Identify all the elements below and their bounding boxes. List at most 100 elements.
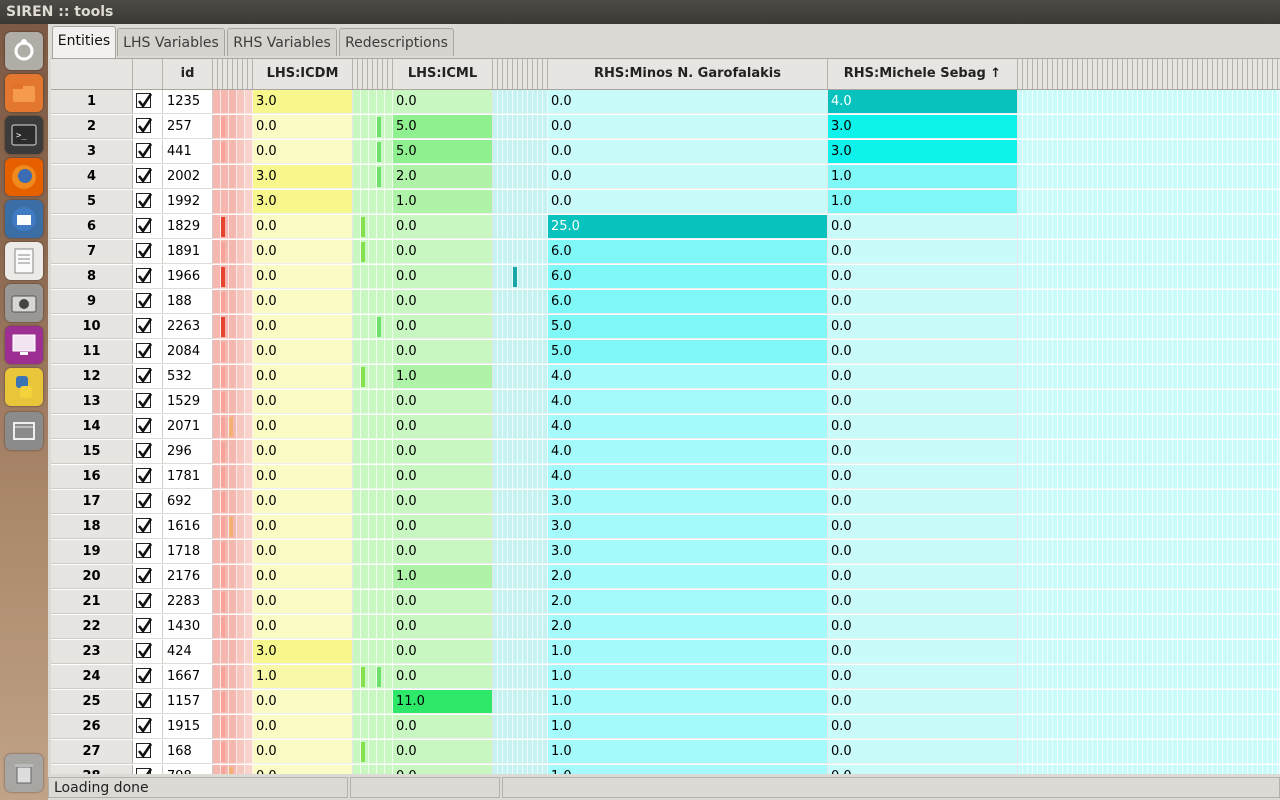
row-checkbox-cell[interactable] — [133, 615, 163, 639]
checkbox[interactable] — [136, 118, 153, 134]
row-checkbox-cell[interactable] — [133, 715, 163, 739]
table-row[interactable]: 8 1966 0.0 0.0 6.0 0.0 — [51, 265, 1280, 290]
table-row[interactable]: 10 2263 0.0 0.0 5.0 0.0 — [51, 315, 1280, 340]
checkbox[interactable] — [136, 668, 153, 684]
header-lhs-icml[interactable]: LHS:ICML — [393, 59, 493, 89]
row-checkbox-cell[interactable] — [133, 640, 163, 664]
row-checkbox-cell[interactable] — [133, 590, 163, 614]
checkbox[interactable] — [136, 443, 153, 459]
checkbox[interactable] — [136, 343, 153, 359]
row-checkbox-cell[interactable] — [133, 315, 163, 339]
table-row[interactable]: 2 257 0.0 5.0 0.0 3.0 — [51, 115, 1280, 140]
row-checkbox-cell[interactable] — [133, 390, 163, 414]
checkbox[interactable] — [136, 618, 153, 634]
checkbox[interactable] — [136, 318, 153, 334]
checkbox[interactable] — [136, 243, 153, 259]
checkbox[interactable] — [136, 368, 153, 384]
table-row[interactable]: 24 1667 1.0 0.0 1.0 0.0 — [51, 665, 1280, 690]
table-row[interactable]: 15 296 0.0 0.0 4.0 0.0 — [51, 440, 1280, 465]
table-row[interactable]: 9 188 0.0 0.0 6.0 0.0 — [51, 290, 1280, 315]
row-checkbox-cell[interactable] — [133, 540, 163, 564]
table-row[interactable]: 7 1891 0.0 0.0 6.0 0.0 — [51, 240, 1280, 265]
row-checkbox-cell[interactable] — [133, 140, 163, 164]
row-checkbox-cell[interactable] — [133, 765, 163, 774]
firefox-icon[interactable] — [5, 158, 43, 196]
table-row[interactable]: 1 1235 3.0 0.0 0.0 4.0 — [51, 90, 1280, 115]
table-row[interactable]: 23 424 3.0 0.0 1.0 0.0 — [51, 640, 1280, 665]
header-id[interactable]: id — [163, 59, 213, 89]
row-checkbox-cell[interactable] — [133, 115, 163, 139]
tab-redescriptions[interactable]: Redescriptions — [339, 28, 454, 56]
checkbox[interactable] — [136, 293, 153, 309]
row-checkbox-cell[interactable] — [133, 490, 163, 514]
table-row[interactable]: 17 692 0.0 0.0 3.0 0.0 — [51, 490, 1280, 515]
checkbox[interactable] — [136, 643, 153, 659]
table-row[interactable]: 26 1915 0.0 0.0 1.0 0.0 — [51, 715, 1280, 740]
checkbox[interactable] — [136, 193, 153, 209]
row-checkbox-cell[interactable] — [133, 665, 163, 689]
checkbox[interactable] — [136, 143, 153, 159]
checkbox[interactable] — [136, 493, 153, 509]
tab-rhs-variables[interactable]: RHS Variables — [227, 28, 337, 56]
table-row[interactable]: 27 168 0.0 0.0 1.0 0.0 — [51, 740, 1280, 765]
checkbox[interactable] — [136, 743, 153, 759]
window-icon[interactable] — [5, 412, 43, 450]
trash-icon[interactable] — [5, 754, 43, 792]
row-checkbox-cell[interactable] — [133, 365, 163, 389]
table-row[interactable]: 287980.00.01.00.0 — [51, 765, 1280, 774]
row-checkbox-cell[interactable] — [133, 740, 163, 764]
header-lhs-icdm[interactable]: LHS:ICDM — [253, 59, 353, 89]
checkbox[interactable] — [136, 93, 153, 109]
row-checkbox-cell[interactable] — [133, 165, 163, 189]
row-checkbox-cell[interactable] — [133, 215, 163, 239]
row-checkbox-cell[interactable] — [133, 515, 163, 539]
table-row[interactable]: 4 2002 3.0 2.0 0.0 1.0 — [51, 165, 1280, 190]
table-row[interactable]: 25 1157 0.0 11.0 1.0 0.0 — [51, 690, 1280, 715]
checkbox[interactable] — [136, 218, 153, 234]
text-editor-icon[interactable] — [5, 242, 43, 280]
tab-entities[interactable]: Entities — [52, 26, 116, 58]
row-checkbox-cell[interactable] — [133, 90, 163, 114]
checkbox[interactable] — [136, 718, 153, 734]
checkbox[interactable] — [136, 543, 153, 559]
table-row[interactable]: 19 1718 0.0 0.0 3.0 0.0 — [51, 540, 1280, 565]
table-row[interactable]: 16 1781 0.0 0.0 4.0 0.0 — [51, 465, 1280, 490]
table-row[interactable]: 14 2071 0.0 0.0 4.0 0.0 — [51, 415, 1280, 440]
checkbox[interactable] — [136, 768, 153, 774]
table-row[interactable]: 12 532 0.0 1.0 4.0 0.0 — [51, 365, 1280, 390]
table-row[interactable]: 3 441 0.0 5.0 0.0 3.0 — [51, 140, 1280, 165]
row-checkbox-cell[interactable] — [133, 290, 163, 314]
header-rhs-sebag[interactable]: RHS:Michele Sebag ↑ — [828, 59, 1018, 89]
row-checkbox-cell[interactable] — [133, 440, 163, 464]
checkbox[interactable] — [136, 418, 153, 434]
row-checkbox-cell[interactable] — [133, 340, 163, 364]
table-row[interactable]: 6 1829 0.0 0.0 25.0 0.0 — [51, 215, 1280, 240]
table-row[interactable]: 22 1430 0.0 0.0 2.0 0.0 — [51, 615, 1280, 640]
table-row[interactable]: 18 1616 0.0 0.0 3.0 0.0 — [51, 515, 1280, 540]
row-checkbox-cell[interactable] — [133, 690, 163, 714]
row-checkbox-cell[interactable] — [133, 415, 163, 439]
terminal-icon[interactable]: >_ — [5, 116, 43, 154]
python-icon[interactable] — [5, 368, 43, 406]
checkbox[interactable] — [136, 393, 153, 409]
table-row[interactable]: 20 2176 0.0 1.0 2.0 0.0 — [51, 565, 1280, 590]
row-checkbox-cell[interactable] — [133, 240, 163, 264]
row-checkbox-cell[interactable] — [133, 565, 163, 589]
ubuntu-dash-icon[interactable] — [5, 32, 43, 70]
header-check[interactable] — [133, 59, 163, 89]
checkbox[interactable] — [136, 268, 153, 284]
row-checkbox-cell[interactable] — [133, 465, 163, 489]
thunderbird-icon[interactable] — [5, 200, 43, 238]
table-row[interactable]: 5 1992 3.0 1.0 0.0 1.0 — [51, 190, 1280, 215]
checkbox[interactable] — [136, 693, 153, 709]
table-row[interactable]: 13 1529 0.0 0.0 4.0 0.0 — [51, 390, 1280, 415]
row-checkbox-cell[interactable] — [133, 190, 163, 214]
header-rhs-minos[interactable]: RHS:Minos N. Garofalakis — [548, 59, 828, 89]
remote-desktop-icon[interactable] — [5, 326, 43, 364]
checkbox[interactable] — [136, 168, 153, 184]
row-checkbox-cell[interactable] — [133, 265, 163, 289]
checkbox[interactable] — [136, 518, 153, 534]
table-row[interactable]: 11 2084 0.0 0.0 5.0 0.0 — [51, 340, 1280, 365]
table-row[interactable]: 21 2283 0.0 0.0 2.0 0.0 — [51, 590, 1280, 615]
checkbox[interactable] — [136, 593, 153, 609]
